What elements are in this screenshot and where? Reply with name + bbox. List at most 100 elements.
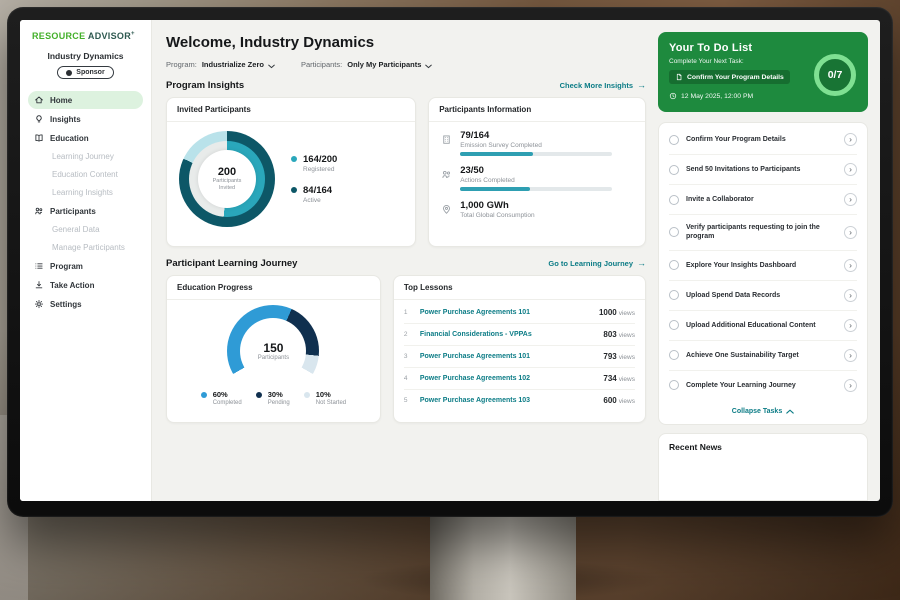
chevron-right-icon[interactable]: › [844,349,857,362]
sidebar-item-label: Participants [50,207,96,216]
document-icon [675,73,683,81]
task-row[interactable]: Send 50 Invitations to Participants › [669,155,857,185]
sidebar-item-label: Program [50,262,83,271]
task-checkbox[interactable] [669,227,679,237]
donut-center-value: 200 [218,166,236,178]
sidebar-item-learning-insights[interactable]: Learning Insights [28,184,143,201]
task-checkbox[interactable] [669,350,679,360]
lesson-link[interactable]: Power Purchase Agreements 103 [420,397,596,404]
lesson-link[interactable]: Power Purchase Agreements 101 [420,309,591,316]
task-checkbox[interactable] [669,320,679,330]
legend-dot [291,156,297,162]
page-title: Welcome, Industry Dynamics [166,34,646,51]
people-icon [34,206,44,216]
sidebar-item-learning-journey[interactable]: Learning Journey [28,148,143,165]
sidebar-item-insights[interactable]: Insights [28,110,143,128]
recent-news-title: Recent News [669,442,857,452]
lesson-row: 2 Financial Considerations - VPPAs 803vi… [404,324,635,346]
screen: RESOURCE ADVISOR+ Industry Dynamics Spon… [20,20,880,501]
task-row[interactable]: Upload Spend Data Records › [669,281,857,311]
task-checkbox[interactable] [669,165,679,175]
todo-title: Your To Do List [669,42,857,54]
lesson-link[interactable]: Power Purchase Agreements 102 [420,375,596,382]
participants-select-value: Only My Participants [347,60,421,69]
lesson-row: 3 Power Purchase Agreements 101 793views [404,346,635,368]
participants-filter: Participants: Only My Participants [301,60,432,69]
gear-icon [34,299,44,309]
program-select[interactable]: Industrialize Zero [202,60,275,69]
card-title: Participants Information [429,98,645,122]
task-row[interactable]: Confirm Your Program Details › [669,125,857,155]
participants-select[interactable]: Only My Participants [347,60,432,69]
lesson-link[interactable]: Financial Considerations - VPPAs [420,331,596,338]
sidebar-item-label: Education [50,134,89,143]
chevron-right-icon[interactable]: › [844,379,857,392]
sidebar-item-manage-participants[interactable]: Manage Participants [28,239,143,256]
info-row: 79/164 Emission Survey Completed [441,130,633,156]
go-to-learning-journey-link[interactable]: Go to Learning Journey → [548,259,646,268]
task-checkbox[interactable] [669,195,679,205]
chevron-right-icon[interactable]: › [844,226,857,239]
collapse-tasks-link[interactable]: Collapse Tasks [669,400,857,419]
task-row[interactable]: Verify participants requesting to join t… [669,215,857,251]
logo-plus: + [131,31,135,37]
sidebar-item-take-action[interactable]: Take Action [28,276,143,294]
arrow-right-icon: → [637,259,646,268]
chevron-down-icon [425,62,432,67]
sidebar-item-participants[interactable]: Participants [28,202,143,220]
sidebar-item-label: Settings [50,300,82,309]
chevron-right-icon[interactable]: › [844,289,857,302]
building-icon [441,132,452,143]
section-title: Participant Learning Journey [166,258,297,269]
legend-item: 164/200 Registered [291,154,337,173]
info-row: 1,000 GWh Total Global Consumption [441,200,633,222]
todo-summary-card: Your To Do List Complete Your Next Task:… [658,32,868,112]
participants-filter-label: Participants: [301,60,342,69]
sidebar-item-label: Manage Participants [52,243,125,252]
chevron-up-icon [786,409,794,414]
chevron-right-icon[interactable]: › [844,319,857,332]
sidebar-item-education[interactable]: Education [28,129,143,147]
sidebar-item-label: Learning Journey [52,152,114,161]
info-row: 23/50 Actions Completed [441,165,633,191]
task-row[interactable]: Complete Your Learning Journey › [669,371,857,400]
chevron-right-icon[interactable]: › [844,133,857,146]
sidebar-item-general-data[interactable]: General Data [28,221,143,238]
task-row[interactable]: Achieve One Sustainability Target › [669,341,857,371]
sidebar-item-program[interactable]: Program [28,257,143,275]
task-checkbox[interactable] [669,380,679,390]
recent-news-card: Recent News [658,433,868,501]
download-icon [34,280,44,290]
insights-cards-row: Invited Participants 200 Participants In… [166,97,646,247]
sidebar-nav: Home Insights Education Learning Journey [20,91,151,313]
clock-icon [669,92,677,100]
actions-progress-bar [460,187,612,191]
home-icon [34,95,44,105]
sidebar-item-settings[interactable]: Settings [28,295,143,313]
card-title: Education Progress [167,276,380,300]
chevron-right-icon[interactable]: › [844,193,857,206]
chevron-right-icon[interactable]: › [844,163,857,176]
task-checkbox[interactable] [669,290,679,300]
sidebar-item-home[interactable]: Home [28,91,143,109]
sidebar-item-label: General Data [52,225,100,234]
sidebar-item-education-content[interactable]: Education Content [28,166,143,183]
lesson-link[interactable]: Power Purchase Agreements 101 [420,353,596,360]
task-row[interactable]: Explore Your Insights Dashboard › [669,251,857,281]
task-row[interactable]: Upload Additional Educational Content › [669,311,857,341]
chevron-right-icon[interactable]: › [844,259,857,272]
arrow-right-icon: → [637,81,646,90]
next-task-pill[interactable]: Confirm Your Program Details [669,70,790,84]
education-progress-gauge: 150 Participants [227,305,319,387]
filter-bar: Program: Industrialize Zero Participants… [166,60,646,69]
task-checkbox[interactable] [669,260,679,270]
top-lessons-card: Top Lessons 1 Power Purchase Agreements … [393,275,646,423]
program-filter-label: Program: [166,60,197,69]
org-name: Industry Dynamics [20,51,151,61]
sponsor-badge: Sponsor [57,66,113,79]
lesson-row: 4 Power Purchase Agreements 102 734views [404,368,635,390]
task-row[interactable]: Invite a Collaborator › [669,185,857,215]
invited-participants-card: Invited Participants 200 Participants In… [166,97,416,247]
task-checkbox[interactable] [669,135,679,145]
check-more-insights-link[interactable]: Check More Insights → [560,81,646,90]
